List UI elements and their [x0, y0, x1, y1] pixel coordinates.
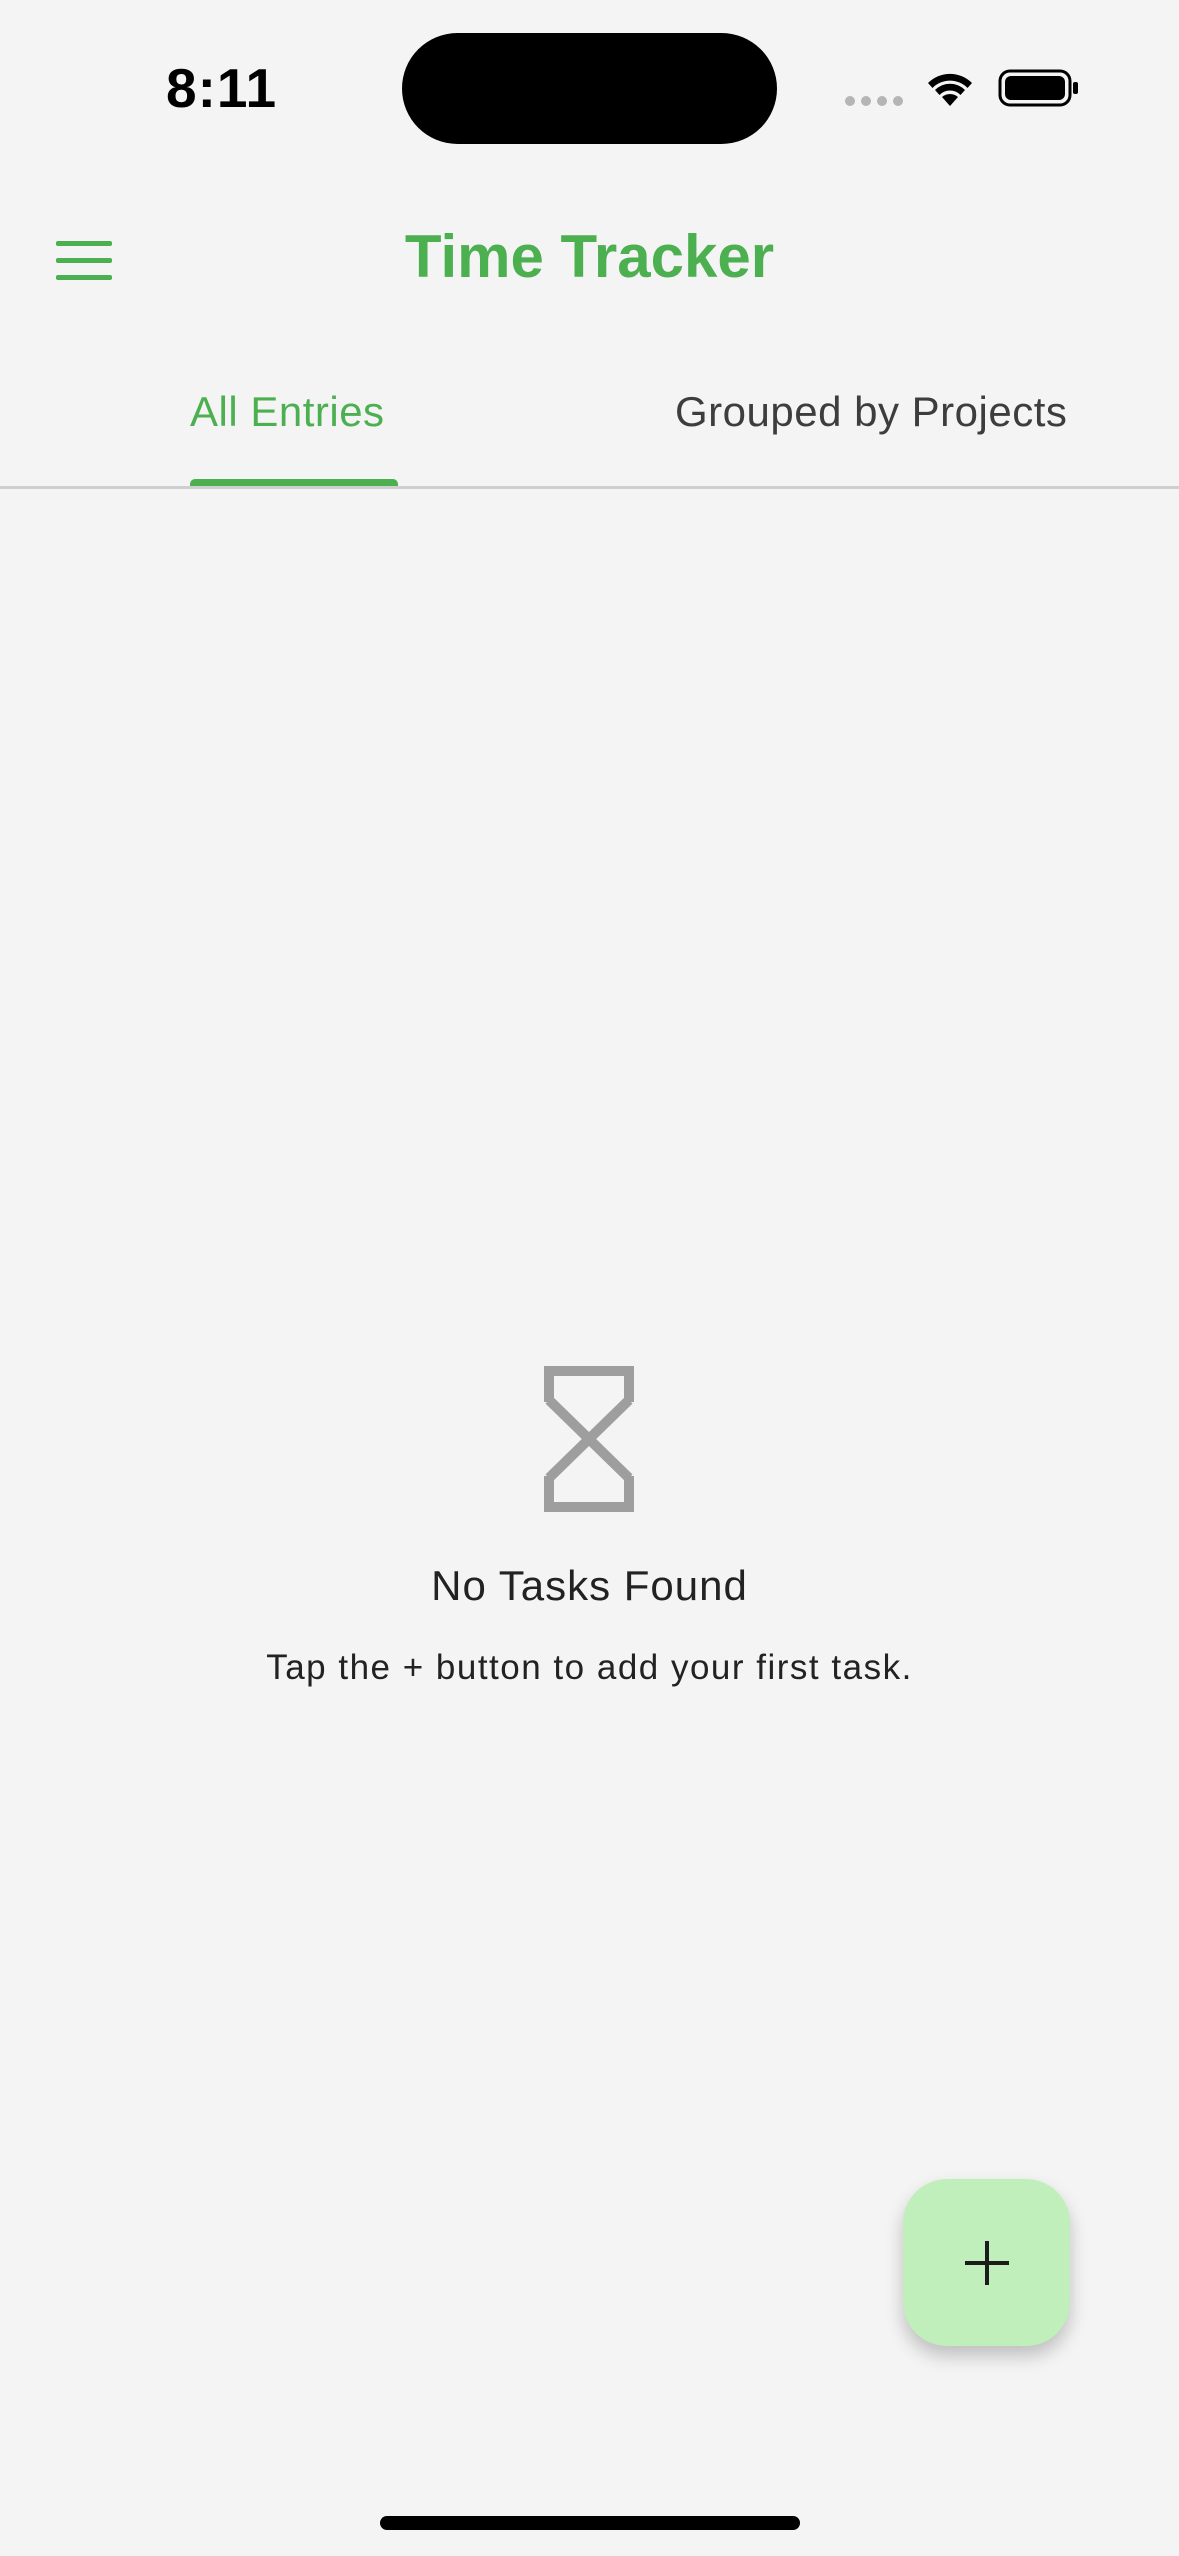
tab-all-entries[interactable]: All Entries — [190, 388, 385, 436]
page-title: Time Tracker — [404, 223, 775, 290]
empty-state-title: No Tasks Found — [431, 1562, 748, 1609]
battery-icon — [998, 69, 1078, 107]
dynamic-island — [402, 33, 777, 144]
hourglass-icon — [544, 1366, 634, 1512]
status-time: 8:11 — [166, 57, 278, 119]
home-indicator[interactable] — [380, 2516, 800, 2530]
app-screen: 8:11 Time Tracker All Entries Grouped by… — [0, 0, 1179, 2556]
tab-grouped-by-projects[interactable]: Grouped by Projects — [675, 388, 1067, 436]
tab-divider — [0, 486, 1179, 489]
empty-state-subtitle: Tap the + button to add your first task. — [266, 1648, 913, 1687]
wifi-icon — [928, 73, 972, 106]
cellular-signal-icon — [845, 96, 903, 106]
plus-icon — [964, 2240, 1009, 2285]
add-task-button[interactable] — [903, 2179, 1070, 2346]
